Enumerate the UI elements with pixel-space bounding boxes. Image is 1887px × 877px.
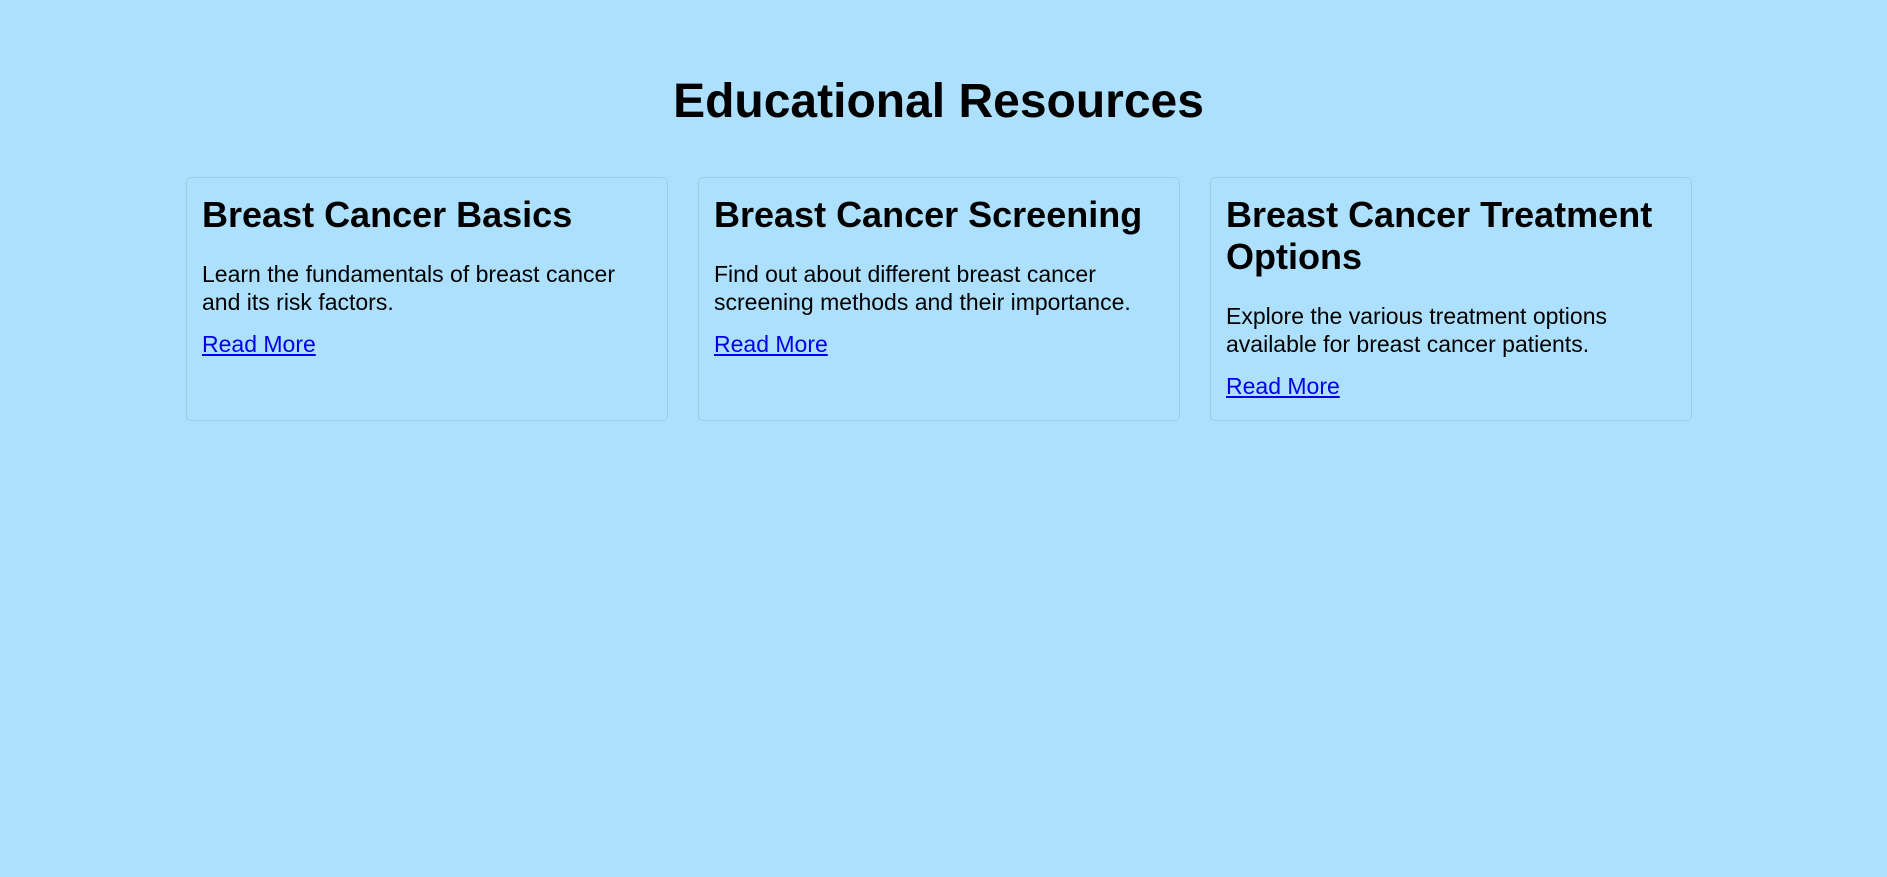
card-description: Explore the various treatment options av… [1226, 303, 1607, 357]
card-description: Learn the fundamentals of breast cancer … [202, 261, 615, 315]
card-breast-cancer-basics: Breast Cancer Basics Learn the fundament… [186, 177, 668, 421]
read-more-link[interactable]: Read More [714, 330, 828, 358]
card-title: Breast Cancer Treatment Options [1226, 194, 1653, 277]
card-description: Find out about different breast cancer s… [714, 261, 1131, 315]
page-title: Educational Resources [673, 75, 1204, 128]
read-more-link[interactable]: Read More [1226, 372, 1340, 400]
card-breast-cancer-screening: Breast Cancer Screening Find out about d… [698, 177, 1180, 421]
card-title: Breast Cancer Screening [714, 194, 1143, 235]
card-breast-cancer-treatment-options: Breast Cancer Treatment Options Explore … [1210, 177, 1692, 421]
read-more-link[interactable]: Read More [202, 330, 316, 358]
card-title: Breast Cancer Basics [202, 194, 573, 235]
resource-cards: Breast Cancer Basics Learn the fundament… [186, 177, 1692, 421]
